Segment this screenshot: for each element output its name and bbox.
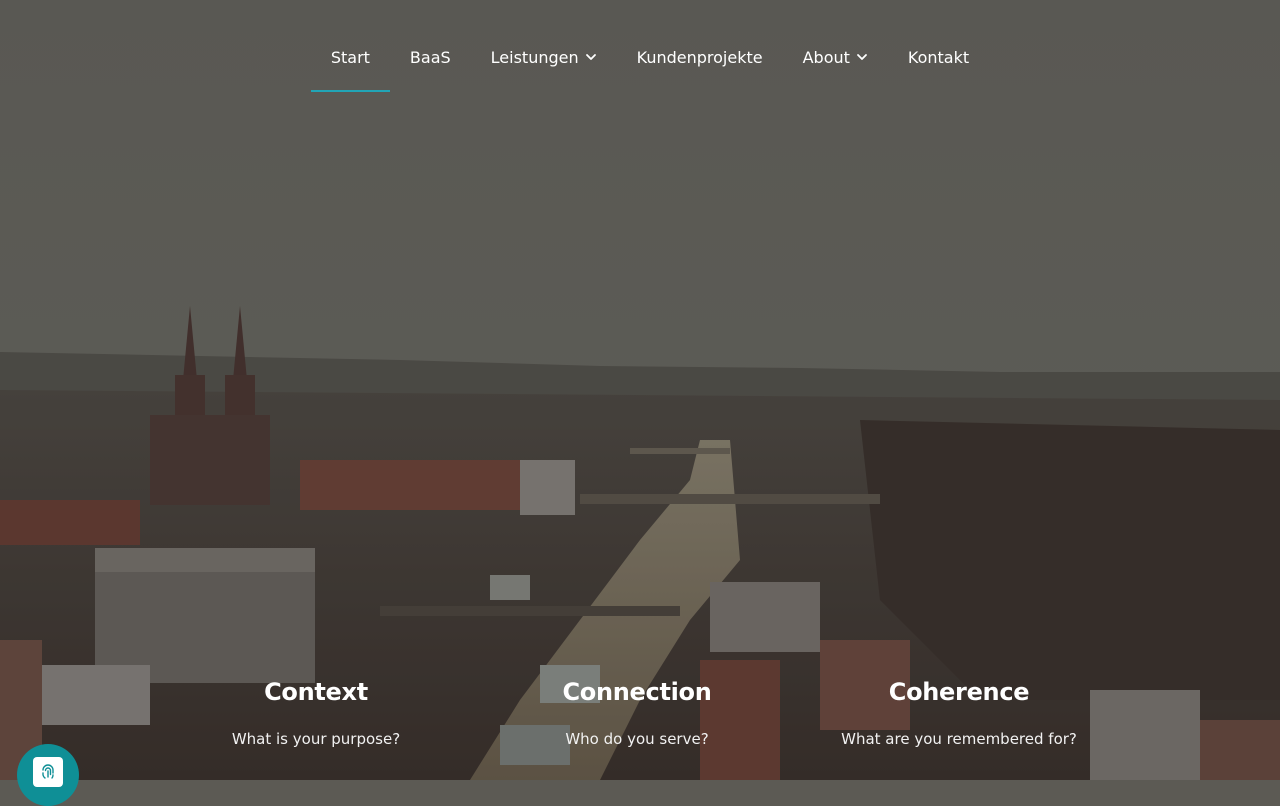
- nav-item-kontakt[interactable]: Kontakt: [888, 0, 989, 100]
- pillar-title: Coherence: [888, 678, 1030, 706]
- nav-item-label: Kontakt: [907, 48, 970, 67]
- chevron-down-icon: [857, 54, 867, 60]
- fingerprint-icon: [33, 757, 63, 787]
- nav-item-about[interactable]: About: [783, 0, 888, 100]
- nav-item-label: Kundenprojekte: [636, 48, 763, 67]
- nav-item-label: Start: [330, 48, 370, 67]
- hero-overlay: [0, 0, 1280, 780]
- nav-item-kundenprojekte[interactable]: Kundenprojekte: [617, 0, 783, 100]
- chevron-down-icon: [585, 54, 596, 60]
- privacy-settings-button[interactable]: [17, 744, 79, 806]
- pillar-question: What are you remembered for?: [841, 730, 1077, 748]
- nav-item-baas[interactable]: BaaS: [390, 0, 471, 100]
- pillars-section: Context What is your purpose? Connection…: [0, 678, 1280, 778]
- pillar-question: What is your purpose?: [231, 730, 401, 748]
- pillar-title: Context: [264, 678, 368, 706]
- main-navigation: Start BaaS Leistungen Kundenprojekte Abo…: [0, 0, 1280, 100]
- nav-item-label: Leistungen: [490, 48, 579, 67]
- pillar-context: Context What is your purpose?: [166, 678, 466, 748]
- nav-item-label: BaaS: [409, 48, 451, 67]
- hero-background: [0, 0, 1280, 780]
- pillar-question: Who do you serve?: [565, 730, 709, 748]
- pillar-connection: Connection Who do you serve?: [487, 678, 787, 748]
- pillar-title: Connection: [562, 678, 712, 706]
- nav-item-start[interactable]: Start: [310, 0, 391, 100]
- pillar-coherence: Coherence What are you remembered for?: [809, 678, 1109, 748]
- nav-item-label: About: [802, 48, 850, 67]
- nav-item-leistungen[interactable]: Leistungen: [471, 0, 617, 100]
